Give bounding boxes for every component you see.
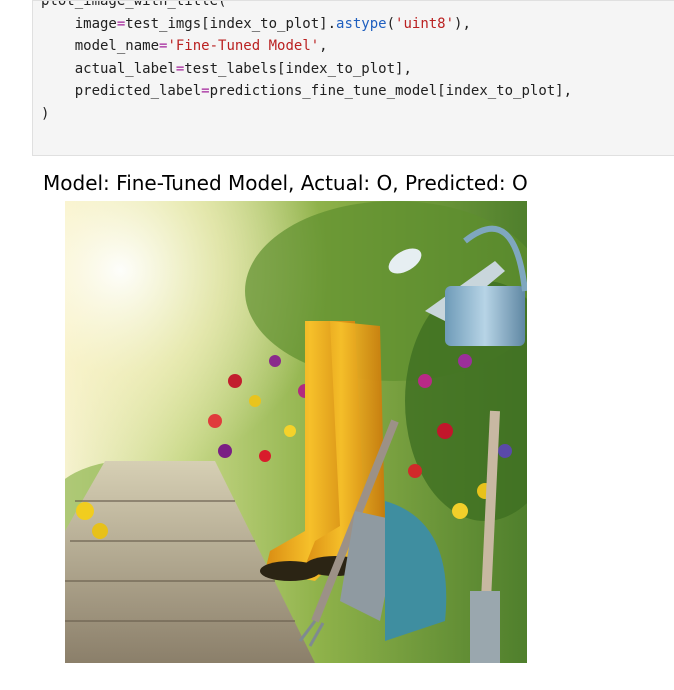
code-token: predicted_label xyxy=(41,83,202,99)
code-token: test_imgs[index_to_plot]. xyxy=(125,15,337,32)
code-cell[interactable]: plot_image_with_title( image=test_imgs[i… xyxy=(32,0,674,156)
code-token: astype xyxy=(336,15,387,32)
code-line: actual_label=test_labels[index_to_plot], xyxy=(41,58,572,81)
code-token: 'uint8' xyxy=(395,15,455,32)
code-token: test_labels[index_to_plot], xyxy=(184,60,412,77)
code-line: predicted_label=predictions_fine_tune_mo… xyxy=(41,80,572,103)
code-editor[interactable]: plot_image_with_title( image=test_imgs[i… xyxy=(41,0,572,126)
plotted-image xyxy=(65,201,527,663)
code-token: predictions_fine_tune_model[index_to_plo… xyxy=(209,83,573,99)
garden-photo xyxy=(65,201,527,663)
plot-title: Model: Fine-Tuned Model, Actual: O, Pred… xyxy=(43,171,528,195)
code-token: ), xyxy=(454,15,471,32)
code-token: actual_label xyxy=(41,60,176,77)
code-token: ( xyxy=(386,15,396,32)
code-line: model_name='Fine-Tuned Model', xyxy=(41,35,572,58)
code-token: image xyxy=(41,15,117,32)
code-token: model_name xyxy=(41,38,160,54)
code-token: = xyxy=(201,83,210,99)
code-token: 'Fine-Tuned Model' xyxy=(167,38,320,54)
code-line: plot_image_with_title( xyxy=(41,0,572,13)
code-token: ) xyxy=(41,105,50,122)
code-line: ) xyxy=(41,103,572,126)
code-line: image=test_imgs[index_to_plot].astype('u… xyxy=(41,13,572,36)
code-token: , xyxy=(319,38,328,54)
code-token: plot_image_with_title( xyxy=(41,0,227,9)
